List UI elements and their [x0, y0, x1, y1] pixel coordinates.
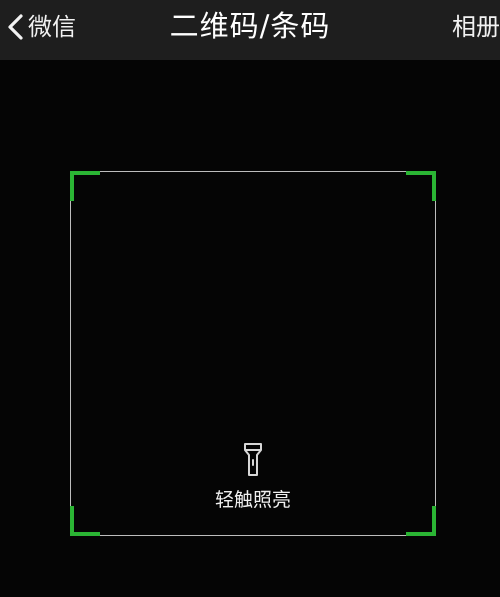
scan-corner-top-right	[406, 171, 436, 201]
scan-corner-top-left	[70, 171, 100, 201]
album-button[interactable]: 相册	[452, 8, 500, 46]
torch-label: 轻触照亮	[214, 489, 292, 511]
scan-corner-bottom-left	[70, 506, 100, 536]
flashlight-icon	[242, 442, 264, 478]
scan-corner-bottom-right	[406, 506, 436, 536]
qr-scanner-screen: 微信 二维码/条码 相册 轻触照亮	[0, 0, 500, 597]
navigation-bar: 微信 二维码/条码 相册	[0, 0, 500, 60]
page-title: 二维码/条码	[169, 9, 331, 43]
scan-frame: 轻触照亮	[70, 171, 436, 536]
torch-toggle[interactable]: 轻触照亮	[215, 442, 291, 512]
